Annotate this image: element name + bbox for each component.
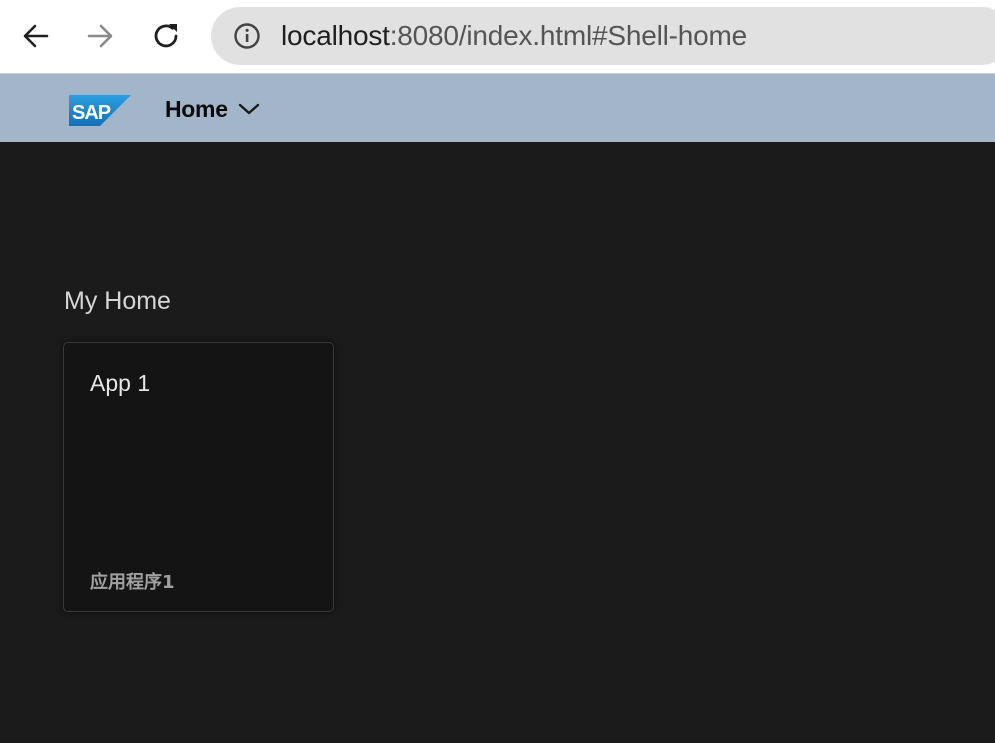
info-icon[interactable] xyxy=(233,22,261,50)
forward-arrow-icon xyxy=(87,24,113,48)
browser-toolbar: localhost:8080/index.html#Shell-home xyxy=(0,0,995,74)
reload-button[interactable] xyxy=(146,16,186,56)
tile-subtitle: 应用程序1 xyxy=(90,572,175,593)
reload-icon xyxy=(154,24,178,48)
tile-title: App 1 xyxy=(90,370,151,396)
chevron-down-icon xyxy=(238,103,259,115)
url-text[interactable]: localhost:8080/index.html#Shell-home xyxy=(281,20,747,52)
back-button[interactable] xyxy=(16,16,56,56)
url-host: localhost xyxy=(281,20,390,51)
home-label: Home xyxy=(165,95,228,122)
sap-logo-text: SAP xyxy=(72,102,111,124)
back-arrow-icon xyxy=(23,24,49,48)
sap-logo[interactable]: SAP xyxy=(69,95,131,126)
section-title: My Home xyxy=(64,287,171,315)
app-tile[interactable]: App 1 应用程序1 xyxy=(63,342,334,612)
url-path: :8080/index.html#Shell-home xyxy=(389,20,747,51)
forward-button[interactable] xyxy=(80,16,120,56)
address-bar[interactable]: localhost:8080/index.html#Shell-home xyxy=(211,7,995,65)
home-menu-button[interactable]: Home xyxy=(165,94,260,124)
shell-header: SAP Home xyxy=(0,74,995,142)
